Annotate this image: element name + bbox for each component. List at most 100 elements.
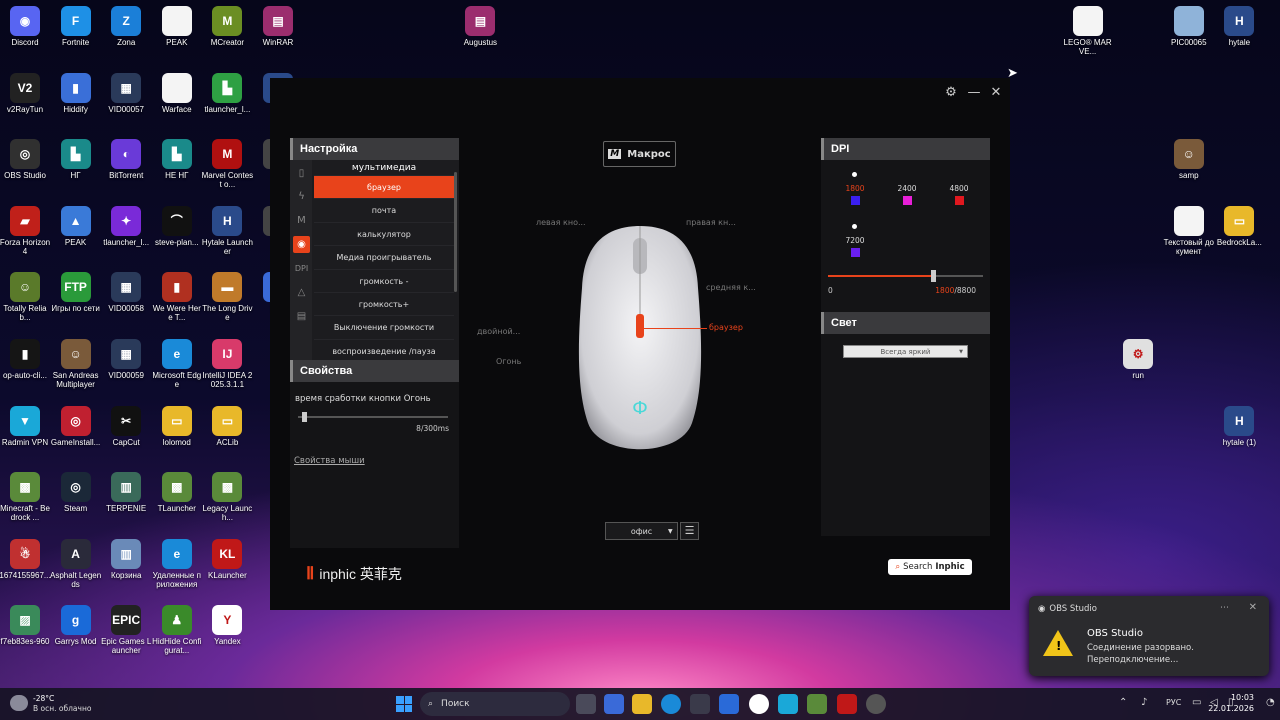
desktop-icon[interactable]: ▙ НГ (50, 139, 102, 180)
profile-menu-button[interactable]: ☰ (680, 522, 699, 540)
scrollbar[interactable] (454, 172, 457, 292)
search-inphic-button[interactable]: ⌕ Search Inphic (888, 559, 972, 575)
desktop-icon[interactable]: ▤ Augustus (454, 6, 506, 47)
desktop-icon[interactable]: ▮ Hiddify (50, 72, 102, 114)
explorer-icon[interactable] (632, 694, 652, 714)
chevron-up-icon[interactable]: ⌃ (1119, 697, 1127, 708)
desktop-icon[interactable]: ⌒ steve-plan... (151, 205, 203, 247)
callout-double[interactable]: двойной... (477, 327, 520, 336)
desktop-icon[interactable]: IJ IntelliJ IDEA 2025.3.1.1 (201, 339, 253, 389)
desktop-icon[interactable]: ▭ BedrockLa... (1213, 205, 1265, 247)
desktop-icon[interactable]: EPIC Epic Games Launcher (100, 605, 152, 655)
dpi-level[interactable]: 4800 (947, 184, 971, 205)
dpi-color-swatch[interactable] (850, 248, 860, 257)
macro-button[interactable]: M Макрос (603, 141, 676, 167)
desktop-icon[interactable]: ▩ Legacy Launch... (201, 472, 253, 522)
desktop-icon[interactable]: ▭ ACLib (201, 405, 253, 447)
menu-item[interactable]: браузер (314, 176, 454, 200)
desktop-icon[interactable]: ▲ PEAK (50, 205, 102, 247)
menu-item[interactable]: громкость+ (314, 293, 454, 317)
callout-right-button[interactable]: правая кн... (686, 218, 736, 227)
menu-item[interactable]: Выключение громкости (314, 316, 454, 340)
desktop-icon[interactable]: ▰ Forza Horizon 4 (0, 205, 51, 256)
desktop-icon[interactable]: ▥ Корзина (100, 538, 152, 580)
desktop-icon[interactable]: ✦ tlauncher_l... (100, 205, 152, 247)
desktop-icon[interactable]: ◎ Steam (50, 472, 102, 513)
yandex-icon[interactable] (749, 694, 769, 714)
gear-icon[interactable]: ⚙ (942, 83, 960, 101)
desktop-icon[interactable]: A Asphalt Legends (50, 538, 102, 589)
desktop-icon[interactable]: Hhytale (1213, 6, 1265, 47)
mail-icon[interactable] (719, 694, 739, 714)
desktop-icon[interactable]: H Hytale Launcher (201, 205, 253, 256)
desktop-icon[interactable]: g Garrys Mod (50, 605, 102, 646)
fire-delay-slider[interactable] (298, 412, 448, 422)
widgets-icon[interactable] (604, 694, 624, 714)
dpi-color-swatch[interactable] (902, 196, 912, 205)
desktop-icon[interactable]: Warface (151, 72, 203, 114)
desktop-icon[interactable]: ▮ op-auto-cli... (0, 339, 51, 380)
desktop-icon[interactable]: M Marvel Contest o... (201, 139, 253, 189)
menu-item[interactable]: Медиа проигрыватель (314, 246, 454, 270)
desktop-icon[interactable]: ▦ VID00058 (100, 272, 152, 313)
desktop-icon[interactable]: LEGO® MARVE... (1062, 6, 1114, 56)
menu-item[interactable]: громкость - (314, 270, 454, 293)
desktop-icon[interactable]: ▦ VID00059 (100, 339, 152, 380)
minecraft-icon[interactable] (807, 694, 827, 714)
dpi-color-swatch[interactable] (850, 196, 860, 205)
start-icon[interactable] (396, 696, 412, 712)
desktop-icon[interactable]: ▨ f7eb83es-960 (0, 605, 51, 646)
desktop-icon[interactable]: ▬ The Long Drive (201, 272, 253, 322)
desktop-icon[interactable]: PEAK (151, 6, 203, 47)
desktop-icon[interactable]: ☃ 1674155967... (0, 538, 51, 580)
desktop-icon[interactable]: KL KLauncher (201, 538, 253, 580)
more-icon[interactable]: ⋯ (1220, 603, 1229, 613)
desktop-icon[interactable]: ▙ tlauncher_l... (201, 72, 253, 114)
weather-desc[interactable]: В осн. облачно (33, 704, 91, 713)
desktop-icon[interactable]: ☺ samp (1163, 139, 1215, 180)
taskbar-search[interactable]: ⌕ Поиск (420, 692, 570, 716)
desktop-icon[interactable]: ♟ HidHide Configurat... (151, 605, 203, 655)
desktop-icon[interactable]: Z Zona (100, 6, 152, 47)
dpi-slider-thumb[interactable] (930, 270, 936, 282)
mouse-properties-link[interactable]: Свойства мыши (294, 456, 365, 466)
dpi-slider[interactable] (828, 270, 983, 282)
clock-date[interactable]: 22.01.2026 (1208, 704, 1254, 713)
desktop-icon[interactable]: ☺ Totally Reliab... (0, 272, 51, 322)
callout-browser[interactable]: браузер (709, 323, 743, 332)
desktop-icon[interactable]: ☺ San Andreas Multiplayer (50, 339, 102, 389)
language-indicator[interactable]: РУС (1166, 698, 1181, 707)
radmin-icon[interactable] (778, 694, 798, 714)
desktop-icon[interactable]: ▦ VID00057 (100, 72, 152, 114)
menu-item[interactable]: почта (314, 199, 454, 223)
desktop-icon[interactable]: FTP Игры по сети (50, 272, 102, 313)
callout-fire[interactable]: Огонь (496, 357, 521, 366)
desktop-icon[interactable]: ▥ TERPENIE (100, 472, 152, 513)
desktop-icon[interactable]: V2 v2RayTun (0, 72, 51, 114)
callout-left-button[interactable]: левая кно... (536, 218, 586, 227)
desktop-icon[interactable]: ▼ Radmin VPN (0, 405, 51, 447)
inphic-taskbar-icon[interactable] (837, 694, 857, 714)
task-view-icon[interactable] (576, 694, 596, 714)
desktop-icon[interactable]: Y Yandex (201, 605, 253, 646)
desktop-icon[interactable]: ▤ WinRAR (252, 6, 304, 47)
desktop-icon[interactable]: Текстовый документ (1163, 205, 1215, 256)
dpi-level[interactable]: 1800 (843, 172, 867, 205)
close-icon[interactable]: ✕ (987, 83, 1005, 101)
desktop-icon[interactable]: ◐ BitTorrent (100, 139, 152, 180)
network-icon[interactable]: ▭ (1192, 697, 1201, 708)
desktop-icon[interactable]: e Удаленные приложения (151, 538, 203, 589)
settings-taskbar-icon[interactable] (866, 694, 886, 714)
desktop-icon[interactable]: ⚙ run (1112, 339, 1164, 380)
desktop-icon[interactable]: Hhytale (1) (1213, 405, 1265, 447)
desktop-icon[interactable]: F Fortnite (50, 6, 102, 47)
desktop-icon[interactable]: ◉ Discord (0, 6, 51, 47)
weather-temp[interactable]: -28°C (33, 694, 54, 703)
desktop-icon[interactable]: e Microsoft Edge (151, 339, 203, 389)
desktop-icon[interactable]: PIC00065 (1163, 6, 1215, 47)
cloud-icon[interactable] (10, 695, 28, 711)
desktop-icon[interactable]: ▩ Minecraft - Bedrock ... (0, 472, 51, 522)
notification-toast[interactable]: ◉ OBS Studio ⋯ ✕ ! OBS Studio Соединение … (1029, 596, 1269, 676)
dpi-color-swatch[interactable] (954, 196, 964, 205)
desktop-icon[interactable]: ◎ GameInstall... (50, 405, 102, 447)
